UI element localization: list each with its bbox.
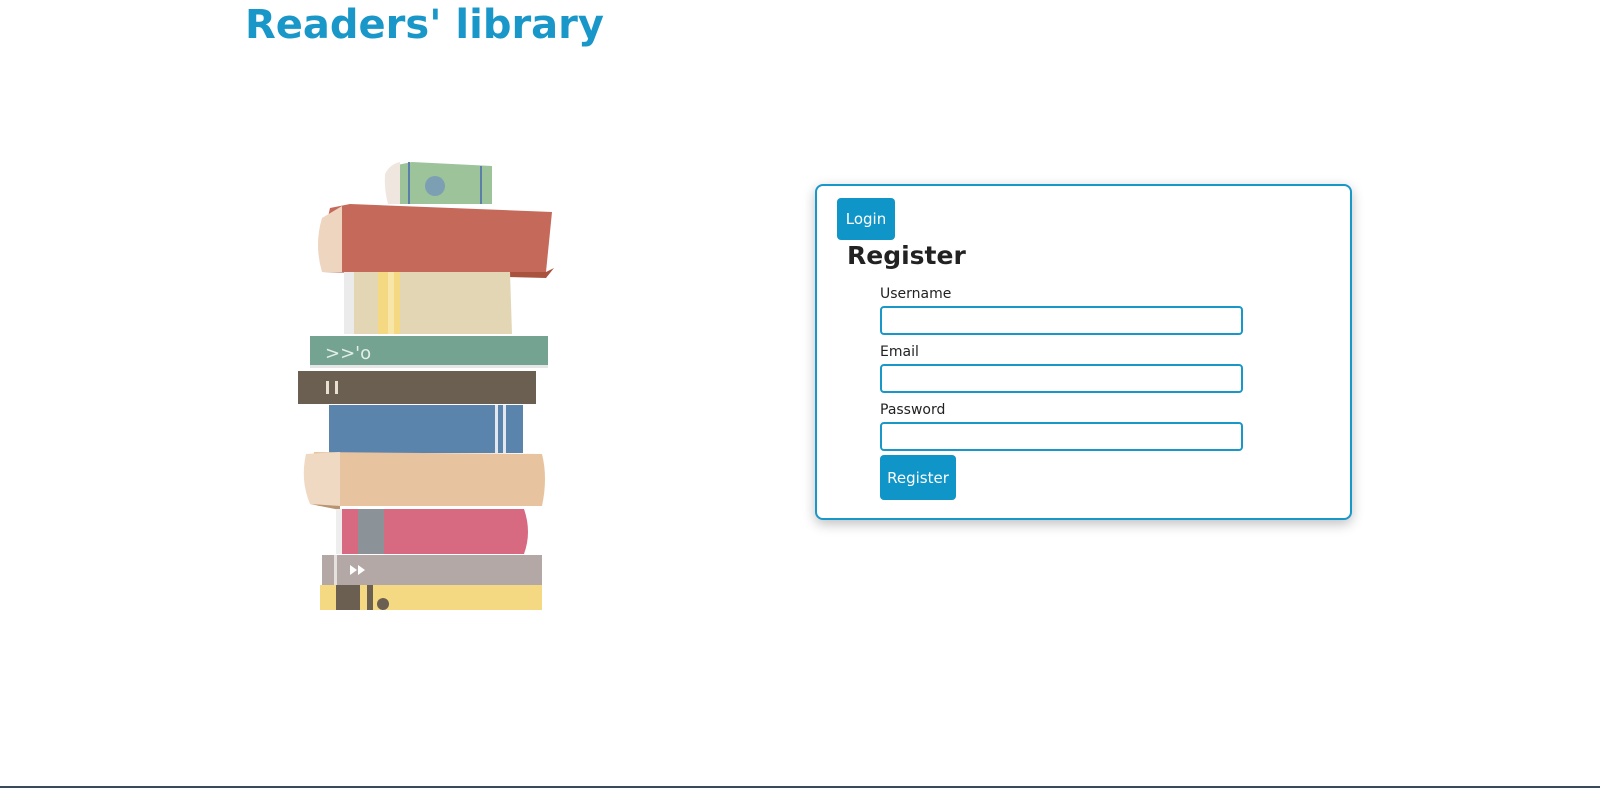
email-label: Email: [880, 344, 919, 360]
svg-text:>>'o: >>'o: [325, 343, 371, 364]
register-card: Login Register Username Email Password R…: [815, 184, 1352, 520]
username-input[interactable]: [880, 306, 1243, 335]
register-heading: Register: [847, 241, 966, 270]
page: Readers' library >>'o Login Register Use…: [0, 0, 1600, 788]
password-label: Password: [880, 402, 946, 418]
book-stack-illustration: >>'o: [298, 162, 554, 610]
login-button[interactable]: Login: [837, 198, 895, 240]
register-button[interactable]: Register: [880, 455, 956, 500]
site-title: Readers' library: [245, 2, 604, 48]
email-input[interactable]: [880, 364, 1243, 393]
username-label: Username: [880, 286, 952, 302]
password-input[interactable]: [880, 422, 1243, 451]
